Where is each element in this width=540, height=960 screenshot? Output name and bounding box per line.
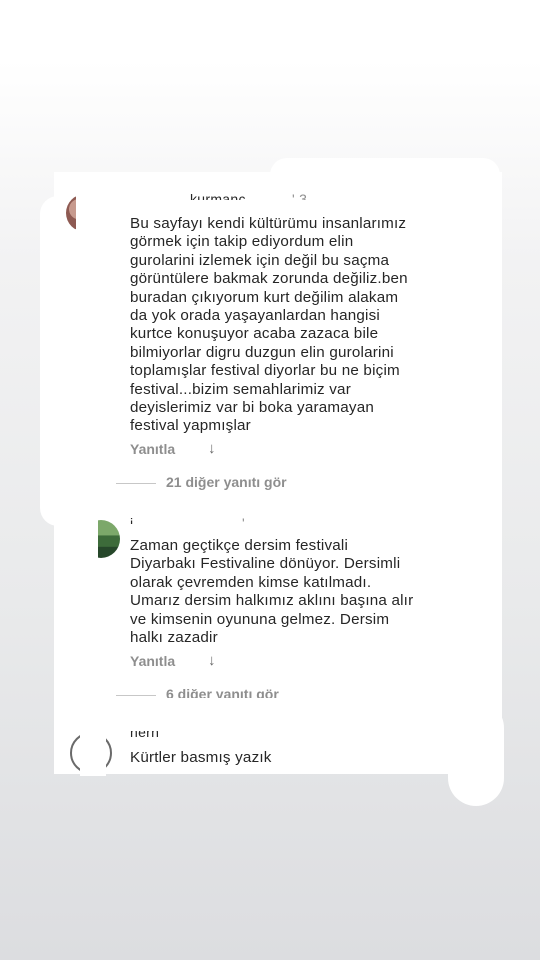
comment-username[interactable]: kurmanc... bbox=[190, 192, 258, 200]
edit-mask-top bbox=[270, 158, 500, 192]
view-replies-button[interactable]: 21 diğer yanıtı gör bbox=[116, 474, 287, 490]
comment-line: Zaman geçtikçe dersim festivali bbox=[130, 537, 349, 554]
edit-mask-left bbox=[40, 196, 76, 526]
avatar-crop-mask bbox=[80, 730, 106, 776]
comment-line: Kürtler basmış yazık bbox=[130, 749, 272, 766]
reply-button[interactable]: Yanıtla bbox=[130, 653, 175, 669]
comment-line: bilmiyorlar digru duzgun elin gurolarini bbox=[130, 343, 394, 361]
comment-username[interactable]: hern bbox=[130, 731, 159, 738]
comment-line: ve kimsenin oyununa gelmez. Dersim bbox=[130, 610, 390, 628]
comment-line: Bu sayfayı kendi kültürümu insanlarımız bbox=[130, 215, 407, 232]
divider-line bbox=[116, 482, 156, 484]
view-replies-label: 21 diğer yanıtı gör bbox=[166, 474, 287, 490]
reply-row: Yanıtla ↓ bbox=[130, 652, 216, 669]
view-replies-label: 6 diğer yanıtı gör bbox=[166, 686, 279, 698]
arrow-down-icon[interactable]: ↓ bbox=[208, 652, 216, 669]
avatar-crop-mask bbox=[76, 190, 110, 236]
reply-button[interactable]: Yanıtla bbox=[130, 441, 175, 457]
avatar-crop-mask bbox=[72, 516, 98, 562]
arrow-down-icon[interactable]: ↓ bbox=[208, 440, 216, 457]
comment-line: toplamışlar festival diyorlar bu ne biçi… bbox=[130, 362, 400, 380]
comment-line: görüntülere bakmak zorunda değiliz.ben bbox=[130, 270, 408, 288]
comment-line: festival...bizim semahlarimiz var bbox=[130, 380, 351, 398]
comment-line: gurolarini izlemek için değil bu saçma bbox=[130, 251, 390, 269]
comment-line: deyislerimiz var bi boka yaramayan bbox=[130, 399, 374, 417]
comment-line: da yok orada yaşayanlardan hangisi bbox=[130, 307, 380, 325]
comment-line: olarak çevremden kimse katılmadı. bbox=[130, 573, 372, 591]
edit-mask-right bbox=[448, 700, 504, 806]
comment-text: Bu sayfayı kendi kültürümu insanlarımız … bbox=[130, 215, 450, 436]
comment-line: buradan çıkıyorum kurt değilim alakam bbox=[130, 288, 399, 306]
view-replies-button[interactable]: 6 diğer yanıtı gör bbox=[116, 686, 279, 698]
comment-line: halkı zazadir bbox=[130, 629, 218, 647]
comment-text: Kürtler basmış yazık bbox=[130, 749, 450, 767]
comment-line: kurtce konuşuyor acaba zazaca bile bbox=[130, 325, 379, 343]
comment-line: festival yapmışlar bbox=[130, 417, 251, 435]
comment-line: Diyarbakı Festivaline dönüyor. Dersimli bbox=[130, 555, 401, 573]
divider-line bbox=[116, 694, 156, 696]
comment-line: Umarız dersim halkımız aklını başına alı… bbox=[130, 592, 414, 610]
comment-line: görmek için takip ediyordum elin bbox=[130, 233, 354, 251]
comment-time: ' 3 bbox=[292, 192, 308, 200]
comment-text: Zaman geçtikçe dersim festivali Diyarbak… bbox=[130, 537, 450, 647]
comment-time: ' bbox=[242, 516, 245, 524]
comment-username[interactable]: i... bbox=[130, 516, 146, 524]
reply-row: Yanıtla ↓ bbox=[130, 440, 216, 457]
